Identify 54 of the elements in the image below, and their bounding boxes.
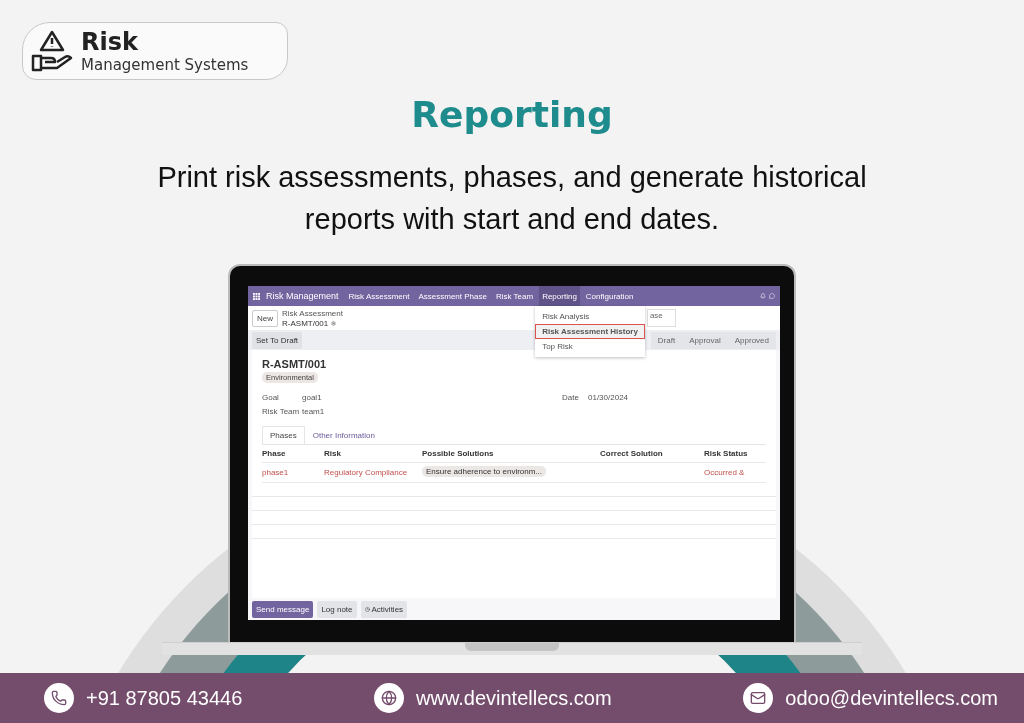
chatter-button[interactable]: Activities — [360, 600, 408, 618]
clock-icon — [364, 606, 370, 612]
column-header: Phase — [262, 445, 324, 463]
table-cell: Occurred & — [704, 463, 766, 483]
page-heading: Reporting — [410, 93, 614, 137]
column-header: Risk Status — [704, 445, 766, 463]
stage-step[interactable]: Approved — [727, 331, 776, 349]
field-value[interactable]: 01/30/2024 — [588, 393, 629, 402]
bell-icon[interactable] — [760, 293, 766, 299]
globe-icon — [374, 683, 404, 713]
logo-subtitle: Management Systems — [81, 57, 249, 73]
chatter-button[interactable]: Log note — [317, 600, 357, 618]
dropdown-item[interactable]: Risk Analysis — [535, 309, 645, 324]
breadcrumb-current: R-ASMT/001 — [282, 318, 329, 328]
form-tab[interactable]: Other Information — [304, 426, 383, 444]
mail-icon — [743, 683, 774, 713]
breadcrumb-link[interactable]: Risk Assessment — [282, 308, 343, 318]
menu-item[interactable]: Assessment Phase — [415, 286, 490, 306]
stage-step[interactable]: Approval — [682, 331, 728, 349]
field-label: Goal — [262, 393, 280, 402]
dropdown-item[interactable]: Risk Assessment History — [535, 324, 645, 339]
solution-tag: Ensure adherence to environm... — [422, 466, 547, 477]
apps-grid-icon[interactable] — [253, 292, 260, 300]
menu-item[interactable]: Risk Team — [492, 286, 537, 306]
field-label: Date — [562, 393, 580, 402]
app-brand[interactable]: Risk Management — [266, 291, 339, 301]
chatter-button[interactable]: Send message — [252, 600, 314, 618]
contact-text[interactable]: +91 87805 43446 — [86, 686, 243, 710]
contact-text[interactable]: www.devintellecs.com — [416, 686, 612, 710]
form-tab[interactable]: Phases — [262, 426, 305, 444]
set-to-draft-button[interactable]: Set To Draft — [252, 331, 303, 349]
menu-item[interactable]: Reporting — [539, 286, 580, 306]
chat-icon[interactable] — [769, 293, 775, 299]
field-value[interactable]: team1 — [302, 407, 325, 416]
page-subheading: Print risk assessments, phases, and generate historical reports with start and end dates. — [156, 160, 868, 237]
logo-title: Risk — [81, 29, 139, 54]
table-cell: Regulatory Compliance — [324, 463, 422, 483]
contact-text[interactable]: odoo@devintellecs.com — [785, 686, 998, 710]
stage-step[interactable]: Draft — [650, 331, 683, 349]
table-cell: phase1 — [262, 463, 324, 483]
field-label: Risk Team — [262, 407, 301, 416]
field-value[interactable]: goal1 — [302, 393, 322, 402]
dropdown-item[interactable]: Top Risk — [535, 339, 645, 354]
column-header: Risk — [324, 445, 422, 463]
phone-icon — [44, 683, 74, 713]
hand-warning-icon — [29, 28, 75, 74]
column-header: Correct Solution — [600, 445, 704, 463]
new-button[interactable]: New — [252, 309, 278, 327]
partial-box: ase — [646, 309, 676, 327]
record-name: R-ASMT/001 — [262, 358, 328, 370]
column-header: Possible Solutions — [422, 445, 600, 463]
menu-item[interactable]: Configuration — [582, 286, 637, 306]
settings-icon[interactable] — [331, 320, 337, 326]
menu-item[interactable]: Risk Assessment — [345, 286, 413, 306]
